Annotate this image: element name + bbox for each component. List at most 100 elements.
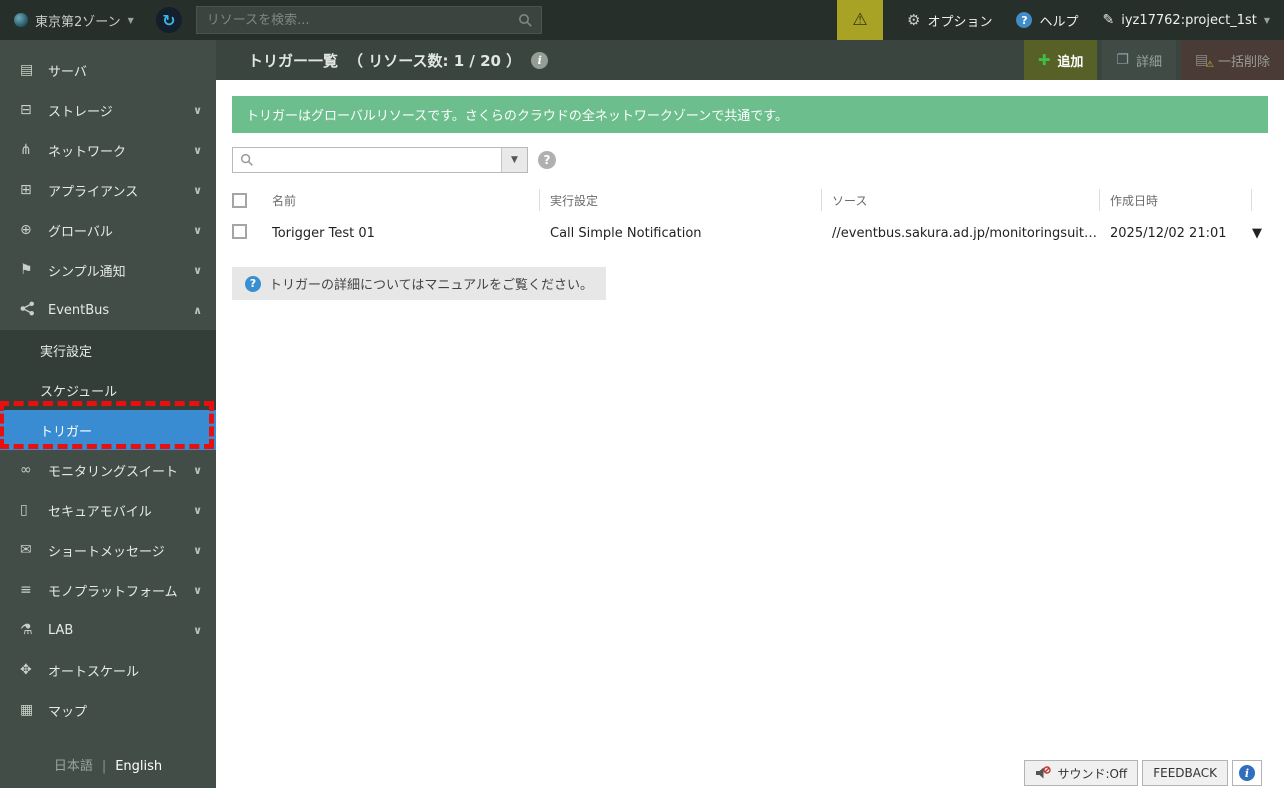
filter-input[interactable] — [254, 152, 501, 168]
delete-icon: ▤ ⚠ — [1194, 52, 1214, 70]
chevron-down-icon: ∨ — [193, 583, 202, 597]
help-icon: ? — [245, 275, 261, 292]
plus-icon: ✚ — [1037, 51, 1051, 69]
chevron-down-icon: ∨ — [193, 143, 202, 157]
storage-icon: ⊟ — [20, 102, 32, 118]
megaphone-icon: ⚑ — [20, 262, 33, 278]
sidebar-item-mono-platform[interactable]: ≡ モノプラットフォーム ∨ — [0, 570, 216, 610]
bulk-delete-button[interactable]: ▤ ⚠ 一括削除 — [1180, 40, 1284, 80]
chevron-down-icon: ∨ — [193, 103, 202, 117]
row-checkbox[interactable] — [232, 223, 247, 239]
cell-created: 2025/12/02 21:01 — [1110, 225, 1227, 241]
eventbus-submenu: 実行設定 スケジュール トリガー — [0, 330, 216, 450]
zone-selector[interactable]: 東京第2ゾーン ▼ — [0, 11, 134, 30]
chevron-up-icon: ∧ — [193, 303, 202, 317]
map-icon: ▦ — [20, 702, 34, 718]
platform-icon: ≡ — [20, 582, 32, 598]
sidebar-item-global[interactable]: ⊕ グローバル ∨ — [0, 210, 216, 250]
mobile-icon: ▯ — [20, 502, 28, 518]
table-row[interactable]: Torigger Test 01 Call Simple Notificatio… — [232, 215, 1268, 251]
autoscale-icon: ✥ — [20, 662, 32, 678]
manual-note-text: トリガーの詳細についてはマニュアルをご覧ください。 — [269, 278, 593, 293]
resource-count: （ リソース数: 1 / 20 ） — [348, 51, 522, 70]
sidebar-item-schedule[interactable]: スケジュール — [0, 370, 216, 410]
chevron-down-icon: ∨ — [193, 263, 202, 277]
sidebar-item-lab[interactable]: ⚗ LAB ∨ — [0, 610, 216, 650]
global-resource-banner: トリガーはグローバルリソースです。さくらのクラウドの全ネットワークゾーンで共通で… — [232, 96, 1268, 133]
help-button[interactable]: ? ヘルプ — [1016, 11, 1078, 30]
sidebar-item-server[interactable]: ▤ サーバ — [0, 50, 216, 90]
chevron-down-icon: ∨ — [193, 223, 202, 237]
globe-icon: ⊕ — [20, 222, 32, 238]
help-label: ヘルプ — [1039, 14, 1079, 30]
flask-icon: ⚗ — [20, 622, 33, 638]
sidebar-item-execution-settings[interactable]: 実行設定 — [0, 330, 216, 370]
page-title: トリガー一覧 — [248, 51, 339, 70]
refresh-button[interactable]: ↻ — [155, 7, 182, 33]
row-actions-dropdown[interactable]: ▼ — [1252, 226, 1268, 241]
sidebar-item-short-message[interactable]: ✉ ショートメッセージ ∨ — [0, 530, 216, 570]
sidebar: ▤ サーバ ⊟ ストレージ ∨ ⋔ ネットワーク ∨ ⊞ アプライアンス ∨ ⊕… — [0, 40, 216, 788]
language-japanese[interactable]: 日本語 — [54, 759, 93, 774]
binoculars-icon: ∞ — [20, 462, 32, 478]
speaker-muted-icon — [1036, 766, 1052, 779]
cell-source: //eventbus.sakura.ad.jp/monitoringsuit… — [832, 225, 1098, 241]
sidebar-item-trigger[interactable]: トリガー — [0, 410, 216, 450]
zone-label: 東京第2ゾーン — [35, 14, 121, 30]
globe-icon — [14, 13, 28, 27]
chevron-down-icon: ∨ — [193, 183, 202, 197]
column-header-source[interactable]: ソース — [822, 189, 1100, 211]
search-icon — [240, 153, 253, 166]
sidebar-item-map[interactable]: ▦ マップ — [0, 690, 216, 730]
refresh-icon: ↻ — [162, 10, 176, 30]
language-switcher: 日本語 | English — [0, 755, 216, 774]
select-all-checkbox[interactable] — [232, 192, 247, 208]
sidebar-item-secure-mobile[interactable]: ▯ セキュアモバイル ∨ — [0, 490, 216, 530]
pen-icon: ✎ — [1102, 12, 1115, 28]
topbar: 東京第2ゾーン ▼ ↻ ⚠ ⚙ オプション ? ヘルプ ✎ iyz17762:p… — [0, 0, 1284, 40]
info-button[interactable]: i — [1232, 760, 1262, 786]
chevron-down-icon: ▼ — [511, 155, 518, 165]
info-icon[interactable]: i — [531, 51, 549, 69]
column-header-execution[interactable]: 実行設定 — [540, 189, 822, 211]
chevron-down-icon: ∨ — [193, 463, 202, 477]
help-icon: ? — [1016, 12, 1033, 28]
feedback-button[interactable]: FEEDBACK — [1142, 760, 1228, 786]
sidebar-item-network[interactable]: ⋔ ネットワーク ∨ — [0, 130, 216, 170]
account-menu[interactable]: ✎ iyz17762:project_1st ▼ — [1102, 12, 1284, 28]
search-input[interactable] — [196, 12, 541, 28]
add-button[interactable]: ✚ 追加 — [1023, 40, 1098, 80]
filter-dropdown-button[interactable]: ▼ — [501, 148, 527, 172]
search-icon — [518, 14, 532, 27]
account-label: iyz17762:project_1st — [1121, 12, 1257, 28]
sound-toggle-button[interactable]: サウンド:Off — [1024, 760, 1139, 786]
cell-name: Torigger Test 01 — [272, 225, 375, 241]
book-icon: ❐ — [1116, 52, 1129, 68]
filter-help-icon[interactable]: ? — [538, 151, 556, 169]
sidebar-item-eventbus[interactable]: EventBus ∧ — [0, 290, 216, 330]
filter-box: ▼ — [232, 147, 528, 173]
column-header-name[interactable]: 名前 — [262, 189, 540, 211]
column-header-created[interactable]: 作成日時 — [1100, 189, 1252, 211]
language-english[interactable]: English — [115, 759, 162, 774]
topbar-right: ⚠ ⚙ オプション ? ヘルプ ✎ iyz17762:project_1st ▼ — [837, 0, 1284, 40]
chevron-down-icon: ▼ — [1263, 15, 1270, 25]
options-button[interactable]: ⚙ オプション — [907, 11, 992, 30]
sidebar-item-autoscale[interactable]: ✥ オートスケール — [0, 650, 216, 690]
server-icon: ▤ — [20, 62, 34, 78]
status-bar: サウンド:Off FEEDBACK i — [1024, 760, 1262, 786]
content-header: トリガー一覧 （ リソース数: 1 / 20 ） i ✚ 追加 ❐ 詳細 ▤ ⚠ … — [216, 40, 1284, 80]
sidebar-item-simple-notification[interactable]: ⚑ シンプル通知 ∨ — [0, 250, 216, 290]
cell-execution-link[interactable]: Call Simple Notification — [540, 226, 822, 241]
warning-icon: ⚠ — [852, 10, 868, 30]
main-content: トリガーはグローバルリソースです。さくらのクラウドの全ネットワークゾーンで共通で… — [216, 80, 1284, 788]
detail-button[interactable]: ❐ 詳細 — [1102, 40, 1176, 80]
warning-icon: ⚠ — [1205, 60, 1214, 70]
network-icon: ⋔ — [20, 142, 32, 158]
sidebar-item-monitoring-suite[interactable]: ∞ モニタリングスイート ∨ — [0, 450, 216, 490]
sidebar-item-storage[interactable]: ⊟ ストレージ ∨ — [0, 90, 216, 130]
appliance-icon: ⊞ — [20, 182, 32, 198]
sidebar-item-appliance[interactable]: ⊞ アプライアンス ∨ — [0, 170, 216, 210]
alert-button[interactable]: ⚠ — [837, 0, 883, 40]
options-label: オプション — [927, 14, 993, 30]
